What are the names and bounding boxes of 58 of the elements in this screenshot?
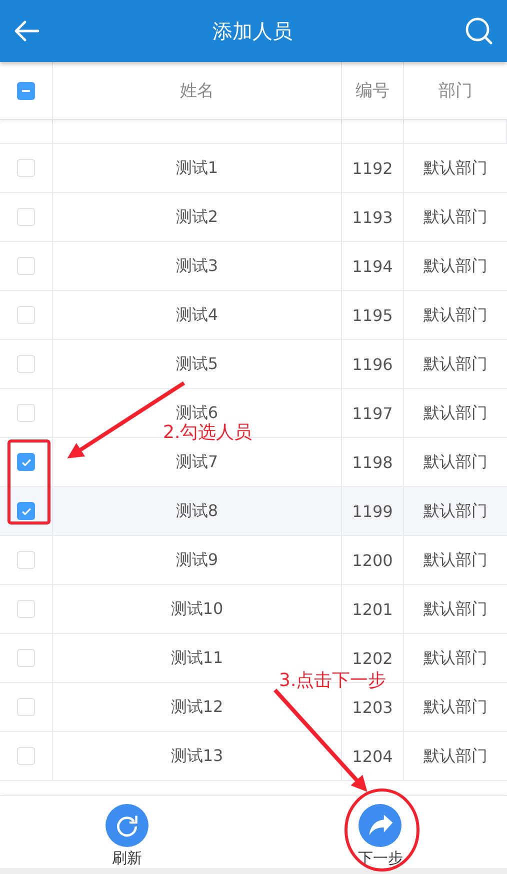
step-label: 2.勾选人员 <box>163 421 252 444</box>
column-header: 编号 <box>356 80 390 102</box>
name-cell-text: 测试6 <box>176 402 218 423</box>
number-cell: 1197 <box>352 404 393 422</box>
department-cell: 默认部门 <box>424 256 488 276</box>
department-cell: 默认部门 <box>424 304 488 326</box>
name-cell: 测试12 <box>170 696 224 718</box>
department-cell: 默认部门 <box>424 696 488 718</box>
number-cell: 1193 <box>352 208 393 226</box>
department-cell: 默认部门 <box>424 206 488 228</box>
column-header: 部门 <box>438 80 472 102</box>
number-cell: 1203 <box>352 698 393 716</box>
minus-icon <box>22 90 30 92</box>
name-cell: 测试2 <box>176 206 218 228</box>
name-cell: 测试10 <box>170 598 224 620</box>
back-button[interactable] <box>14 20 40 42</box>
department-cell: 默认部门 <box>424 500 488 522</box>
check-icon <box>22 458 30 466</box>
search-button[interactable] <box>465 17 493 45</box>
department-cell: 默认部门 <box>424 452 488 472</box>
department-cell: 默认部门 <box>424 550 488 570</box>
number-cell: 1198 <box>352 452 393 472</box>
name-cell: 测试5 <box>176 354 218 374</box>
number-cell: 1192 <box>352 158 393 178</box>
department-cell: 默认部门 <box>424 158 488 178</box>
refresh-button[interactable]: 刷新 <box>0 796 254 868</box>
name-cell: 测试8 <box>176 500 218 522</box>
next-step-button[interactable]: 下一步 <box>254 796 507 868</box>
refresh-icon <box>104 804 149 847</box>
number-cell: 1202 <box>352 648 393 668</box>
department-cell: 默认部门 <box>424 746 488 766</box>
checkbox[interactable] <box>17 453 35 471</box>
department-cell: 默认部门 <box>424 354 488 374</box>
number-cell: 1204 <box>352 746 393 766</box>
name-cell: 测试9 <box>176 550 218 570</box>
department-cell: 默认部门 <box>424 648 488 668</box>
back-arrow-icon <box>14 20 40 42</box>
step-label: 3.点击下一步 <box>279 669 386 692</box>
number-cell: 1195 <box>352 306 393 324</box>
checkbox[interactable] <box>17 502 35 520</box>
name-cell: 测试1 <box>176 158 218 178</box>
number-cell: 1194 <box>352 256 393 276</box>
page-title: 添加人员 <box>212 18 292 44</box>
check-icon <box>22 508 30 514</box>
name-cell: 测试7 <box>176 452 218 472</box>
name-cell: 测试4 <box>176 304 218 326</box>
number-cell: 1200 <box>352 550 393 570</box>
checkbox[interactable] <box>17 82 35 100</box>
search-icon <box>465 17 493 45</box>
column-header: 姓名 <box>180 80 214 102</box>
name-cell: 测试3 <box>176 256 218 276</box>
number-cell: 1201 <box>352 600 393 618</box>
number-cell: 1196 <box>352 354 393 374</box>
name-cell: 测试13 <box>170 746 224 766</box>
number-cell: 1199 <box>352 502 393 520</box>
name-cell: 测试11 <box>170 648 224 668</box>
department-cell: 默认部门 <box>424 402 488 424</box>
department-cell: 默认部门 <box>424 598 488 620</box>
